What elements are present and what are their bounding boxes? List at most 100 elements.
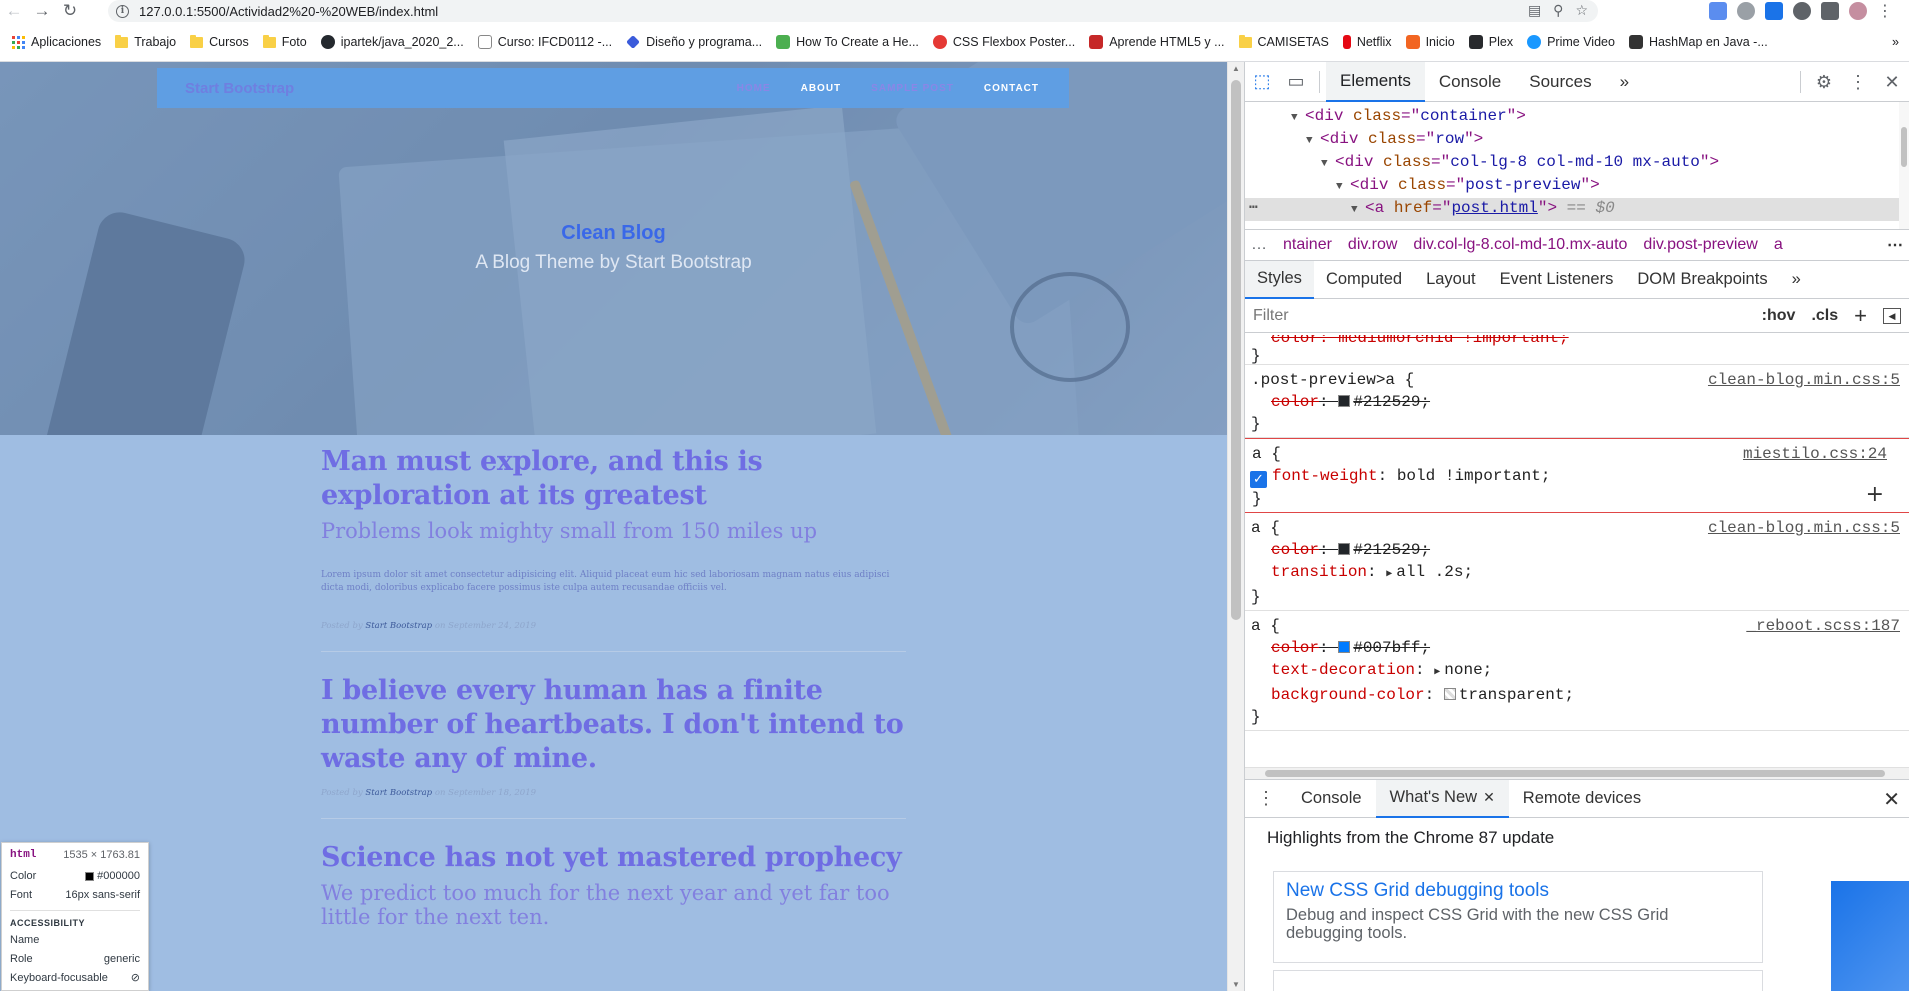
breadcrumb-more-icon[interactable]: ⋯ <box>1887 235 1903 255</box>
whats-new-card[interactable]: New CSS Grid debugging tools Debug and i… <box>1273 871 1763 963</box>
nav-contact[interactable]: CONTACT <box>984 83 1039 94</box>
bookmark-cursos[interactable]: Cursos <box>190 34 249 49</box>
ball-extension-icon[interactable] <box>1793 2 1811 20</box>
declaration[interactable]: ✓ font-weight: bold !important; <box>1250 465 1909 488</box>
post-author-link[interactable]: Start Bootstrap <box>365 788 432 798</box>
chrome-menu-icon[interactable]: ⋮ <box>1877 1 1893 21</box>
post-title[interactable]: Science has not yet mastered prophecy <box>321 841 906 875</box>
color-swatch[interactable] <box>1338 543 1351 555</box>
device-toolbar-icon[interactable]: ▭ <box>1279 62 1313 102</box>
bookmark-html5[interactable]: Aprende HTML5 y ... <box>1089 35 1225 49</box>
drawer-tab-console[interactable]: Console <box>1287 780 1376 818</box>
declaration[interactable]: text-decoration: ▶ none; <box>1251 659 1904 684</box>
declaration[interactable]: color: #007bff; <box>1251 637 1904 659</box>
rule-source-link[interactable]: _reboot.scss:187 <box>1746 615 1900 637</box>
tab-console[interactable]: Console <box>1425 62 1515 102</box>
more-bookmarks-button[interactable]: » <box>1892 35 1899 49</box>
declaration[interactable]: color: #212529; <box>1251 539 1904 561</box>
expand-shorthand-icon[interactable]: ▶ <box>1434 667 1440 678</box>
bookmark-apps[interactable]: Aplicaciones <box>12 35 101 49</box>
property-partial[interactable]: color: mediumorchid !important; <box>1271 335 1569 347</box>
bookmark-howto[interactable]: How To Create a He... <box>776 35 919 49</box>
forward-button[interactable]: → <box>28 0 56 22</box>
close-drawer-icon[interactable]: ✕ <box>1883 787 1900 812</box>
more-tabs-button[interactable]: » <box>1606 62 1643 102</box>
tab-dom-breakpoints[interactable]: DOM Breakpoints <box>1625 261 1779 299</box>
close-devtools-icon[interactable]: ✕ <box>1875 62 1909 102</box>
puzzle-extensions-icon[interactable] <box>1821 2 1839 20</box>
scroll-up-arrow-icon[interactable]: ▲ <box>1232 64 1240 73</box>
bookmark-flexbox[interactable]: CSS Flexbox Poster... <box>932 35 1075 49</box>
scroll-down-arrow-icon[interactable]: ▼ <box>1232 980 1240 989</box>
site-info-icon[interactable]: i <box>116 4 129 18</box>
dom-node-selected[interactable]: ⋯ ▼ <a href="post.html"> == $0 <box>1245 198 1909 221</box>
class-toggle[interactable]: .cls <box>1811 307 1838 325</box>
kebab-menu-icon[interactable]: ⋮ <box>1841 62 1875 102</box>
drawer-tab-remote-devices[interactable]: Remote devices <box>1509 780 1655 818</box>
expand-triangle-icon[interactable]: ▼ <box>1291 108 1305 129</box>
expand-shorthand-icon[interactable]: ▶ <box>1386 569 1392 580</box>
color-swatch[interactable] <box>1338 395 1351 407</box>
breadcrumb-overflow[interactable]: … <box>1251 236 1267 254</box>
transparent-swatch[interactable] <box>1443 688 1456 700</box>
nav-about[interactable]: ABOUT <box>801 83 842 94</box>
expand-triangle-icon[interactable]: ▼ <box>1321 154 1335 175</box>
site-brand[interactable]: Start Bootstrap <box>185 80 294 97</box>
post-subtitle[interactable]: Problems look mighty small from 150 mile… <box>321 519 906 543</box>
zoom-icon[interactable]: ⚲ <box>1553 2 1563 19</box>
drawer-tab-whats-new[interactable]: What's New ✕ <box>1375 779 1509 818</box>
translate-icon[interactable]: ▤ <box>1528 2 1541 19</box>
new-style-rule-icon[interactable]: + <box>1854 303 1867 329</box>
scrollbar-thumb[interactable] <box>1265 770 1885 777</box>
post-title[interactable]: Man must explore, and this is exploratio… <box>321 445 906 513</box>
dom-node[interactable]: ▼ <div class="post-preview"> <box>1245 175 1909 198</box>
rule-source-link[interactable]: miestilo.css:24 <box>1743 443 1887 465</box>
hover-state-toggle[interactable]: :hov <box>1762 307 1796 325</box>
bookmark-foto[interactable]: Foto <box>262 34 307 49</box>
breadcrumb-item[interactable]: div.col-lg-8.col-md-10.mx-auto <box>1413 236 1627 254</box>
drawer-menu-icon[interactable]: ⋮ <box>1245 788 1287 809</box>
bookmark-prime-video[interactable]: Prime Video <box>1527 35 1615 49</box>
inspect-element-icon[interactable]: ⬚ <box>1245 62 1279 102</box>
tab-layout[interactable]: Layout <box>1414 261 1488 299</box>
scrollbar-thumb[interactable] <box>1231 80 1241 620</box>
tab-event-listeners[interactable]: Event Listeners <box>1488 261 1626 299</box>
address-bar[interactable]: i 127.0.0.1:5500/Actividad2%20-%20WEB/in… <box>108 0 1598 22</box>
node-actions-icon[interactable]: ⋯ <box>1249 198 1257 219</box>
declaration-checkbox[interactable]: ✓ <box>1250 471 1267 488</box>
styles-horizontal-scrollbar[interactable] <box>1245 767 1909 779</box>
rule-source-link[interactable]: clean-blog.min.css:5 <box>1708 517 1900 539</box>
bookmark-plex[interactable]: Plex <box>1468 35 1513 49</box>
settings-gear-icon[interactable]: ⚙ <box>1807 62 1841 102</box>
more-pane-tabs-button[interactable]: » <box>1780 261 1813 299</box>
profile-avatar[interactable] <box>1849 2 1867 20</box>
tab-computed[interactable]: Computed <box>1314 261 1414 299</box>
nav-sample-post[interactable]: SAMPLE POST <box>871 83 954 94</box>
dom-node[interactable]: ▼ <div class="col-lg-8 col-md-10 mx-auto"… <box>1245 152 1909 175</box>
expand-triangle-icon[interactable]: ▼ <box>1336 177 1350 198</box>
card-title[interactable]: New CSS Grid debugging tools <box>1286 880 1750 902</box>
nav-home[interactable]: HOME <box>737 83 771 94</box>
bookmark-trabajo[interactable]: Trabajo <box>115 34 176 49</box>
post-subtitle[interactable]: We predict too much for the next year an… <box>321 881 906 929</box>
bookmark-netflix[interactable]: Netflix <box>1342 35 1392 49</box>
scrollbar-thumb[interactable] <box>1901 127 1907 167</box>
color-swatch[interactable] <box>1338 641 1351 653</box>
reload-button[interactable]: ↻ <box>56 0 84 22</box>
back-button[interactable]: ← <box>0 0 28 22</box>
breadcrumb-item[interactable]: a <box>1774 236 1783 254</box>
bookmark-inicio[interactable]: Inicio <box>1405 35 1455 49</box>
gear-extension-icon[interactable] <box>1737 2 1755 20</box>
bookmark-hashmap[interactable]: HashMap en Java -... <box>1628 35 1768 49</box>
dom-node[interactable]: ▼ <div class="container"> <box>1245 106 1909 129</box>
breadcrumb-item[interactable]: div.row <box>1348 236 1398 254</box>
rule-source-link[interactable]: clean-blog.min.css:5 <box>1708 369 1900 391</box>
breadcrumb-item[interactable]: div.post-preview <box>1643 236 1757 254</box>
add-declaration-icon[interactable]: + <box>1866 484 1884 506</box>
post-title[interactable]: I believe every human has a finite numbe… <box>321 674 906 776</box>
url-text[interactable]: 127.0.0.1:5500/Actividad2%20-%20WEB/inde… <box>139 4 438 19</box>
breadcrumb-item[interactable]: ntainer <box>1283 236 1332 254</box>
expand-triangle-icon[interactable]: ▼ <box>1306 131 1320 152</box>
declaration[interactable]: transition: ▶ all .2s; <box>1251 561 1904 586</box>
tab-elements[interactable]: Elements <box>1326 61 1425 102</box>
